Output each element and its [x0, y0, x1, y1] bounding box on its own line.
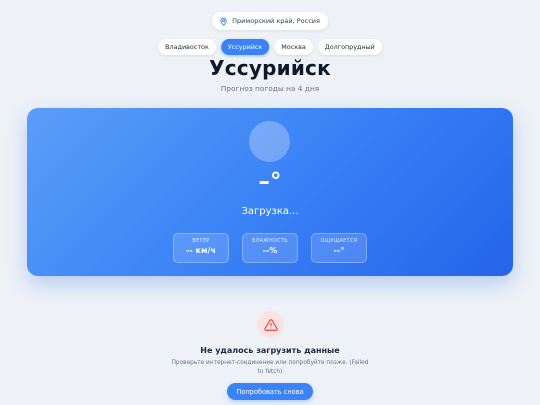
tab-moscow[interactable]: Москва: [274, 39, 313, 55]
error-title: Не удалось загрузить данные: [200, 346, 340, 355]
warning-triangle-icon: [263, 318, 278, 331]
retry-button[interactable]: Попробовать снова: [227, 383, 313, 400]
tab-vladivostok[interactable]: Владивосток: [158, 39, 216, 55]
page-title: Уссурийск: [209, 56, 331, 80]
stat-humidity: Влажность --%: [242, 233, 298, 263]
current-temperature: –°: [258, 169, 282, 195]
stat-humidity-label: Влажность: [252, 239, 288, 244]
stat-wind-label: Ветер: [192, 239, 210, 244]
stat-wind: Ветер -- км/ч: [173, 233, 229, 263]
city-tabs: Владивосток Уссурийск Москва Долгопрудны…: [158, 39, 382, 55]
stat-feels-like: Ощущается --°: [311, 233, 367, 263]
tab-ussuriysk[interactable]: Уссурийск: [220, 39, 270, 55]
stat-wind-value: -- км/ч: [186, 246, 216, 255]
stat-feels-like-value: --°: [333, 246, 345, 255]
region-label: Приморский край, Россия: [232, 17, 320, 25]
region-badge: Приморский край, Россия: [212, 12, 328, 30]
current-weather-card: –° Загрузка... Ветер -- км/ч Влажность -…: [27, 108, 513, 276]
weather-page: Приморский край, Россия Владивосток Уссу…: [0, 0, 540, 405]
map-pin-icon: [220, 17, 227, 26]
error-message: Проверьте интернет-соединение или попроб…: [171, 360, 369, 375]
page-subtitle: Прогноз погоды на 4 дня: [220, 84, 320, 93]
loading-status: Загрузка...: [241, 206, 299, 217]
stat-feels-like-label: Ощущается: [320, 239, 358, 244]
stat-humidity-value: --%: [262, 246, 278, 255]
error-icon-circle: [257, 311, 284, 338]
tab-dolgoprudny[interactable]: Долгопрудный: [317, 39, 382, 55]
weather-placeholder-icon: [249, 121, 290, 162]
weather-stats: Ветер -- км/ч Влажность --% Ощущается --…: [27, 233, 513, 263]
